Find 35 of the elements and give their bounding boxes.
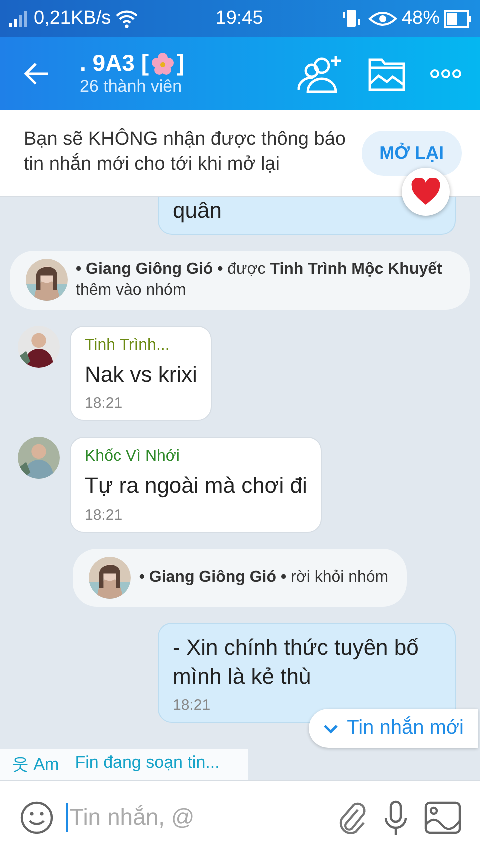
signal-icon — [8, 10, 30, 28]
system-text: • Giang Giông Gió • được Tinh Trình Mộc Khuyết thêm vào nhóm — [76, 260, 444, 302]
message-time: 18:21 — [85, 506, 124, 524]
unmute-button[interactable]: MỞ LẠI — [362, 130, 462, 176]
message-time: 18:21 — [85, 395, 124, 412]
message-text: quân — [173, 197, 223, 225]
mute-notice: Bạn sẽ KHÔNG nhận được thông báo tin nhắn mới cho tới khi mở lại — [24, 128, 347, 177]
image-icon — [424, 800, 462, 834]
flower-icon — [151, 52, 176, 76]
typing-name: 웃 Am — [12, 754, 60, 776]
battery-icon — [444, 10, 472, 28]
microphone-icon — [384, 800, 408, 836]
smiley-icon — [20, 800, 54, 834]
typing-text: Fin đang soạn tin... — [75, 753, 220, 774]
new-messages-button[interactable]: Tin nhắn mới — [309, 709, 478, 748]
add-person-icon — [296, 54, 344, 94]
wifi-icon — [115, 8, 140, 28]
heart-icon — [411, 178, 441, 206]
member-count: 26 thành viên — [80, 77, 184, 97]
clock: 19:45 — [216, 8, 264, 30]
group-title: . 9A3 [ — [80, 50, 150, 77]
more-icon — [430, 68, 462, 78]
battery-percent: 48% — [402, 8, 440, 30]
sender-name: Khốc Vì Nhới — [85, 448, 181, 466]
message-text: Nak vs krixi — [85, 360, 198, 389]
message-text: Tự ra ngoài mà chơi đi — [85, 472, 308, 500]
back-icon — [24, 62, 50, 86]
system-text: • Giang Giông Gió • rời khỏi nhóm — [139, 568, 389, 588]
message-text: - Xin chính thức tuyên bố mình là kẻ thù — [173, 634, 420, 691]
network-speed: 0,21KB/s — [34, 8, 112, 30]
message-time: 18:21 — [173, 697, 212, 714]
eye-icon — [368, 10, 398, 28]
sender-name: Tinh Trình... — [85, 336, 171, 355]
group-title-bracket: ] — [177, 50, 185, 77]
chevron-down-icon — [323, 724, 340, 734]
